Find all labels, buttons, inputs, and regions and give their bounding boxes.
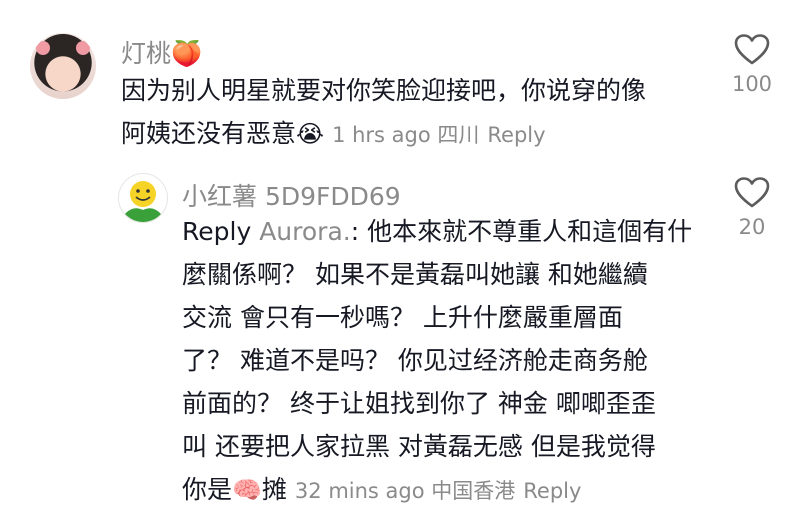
comment-username[interactable]: 灯桃🍑 [121, 34, 202, 70]
like-control[interactable]: 20 [722, 177, 782, 239]
avatar[interactable] [30, 33, 96, 99]
like-control[interactable]: 100 [722, 34, 782, 96]
crying-face-icon: 😭 [296, 120, 325, 148]
comment-body: Reply Aurora.: 他本來就不尊重人和這個有什 麼關係啊？ 如果不是黃… [182, 210, 692, 511]
avatar[interactable] [118, 173, 168, 223]
like-count: 20 [738, 215, 766, 239]
comment-time: 1 hrs ago [332, 123, 431, 147]
comment-line-text: : 他本來就不尊重人和這個有什 [350, 217, 693, 246]
comment-body: 因为别人明星就要对你笑脸迎接吧，你说穿的像 阿姨还没有恶意😭 1 hrs ago … [121, 69, 646, 155]
comment-line: 阿姨还没有恶意😭 1 hrs ago 四川 Reply [121, 112, 646, 155]
hair-accessory-icon [76, 41, 90, 55]
heart-icon[interactable] [734, 34, 770, 66]
comment-meta: 32 mins ago 中国香港 Reply [295, 479, 582, 503]
comment-meta: 1 hrs ago 四川 Reply [332, 123, 546, 147]
comment-line: 交流 會只有一秒嗎？ 上升什麼嚴重層面 [182, 303, 623, 332]
mention-link[interactable]: Aurora. [259, 217, 351, 246]
comment-line: 前面的？ 终于让姐找到你了 神金 唧唧歪歪 [182, 389, 656, 418]
comment-line: 叫 还要把人家拉黑 对黃磊无感 但是我觉得 [182, 432, 656, 461]
comment-line-text: 阿姨还没有恶意 [121, 119, 297, 148]
smiley-avatar-icon [125, 181, 161, 222]
comment-username[interactable]: 小红薯 5D9FDD69 [182, 177, 401, 213]
comment-line-text: 摊 [261, 475, 287, 504]
comment-line: Reply Aurora.: 他本來就不尊重人和這個有什 [182, 210, 692, 253]
heart-icon[interactable] [734, 177, 770, 209]
like-count: 100 [731, 72, 773, 96]
comment-location: 四川 [437, 123, 480, 147]
reply-button[interactable]: Reply [523, 479, 581, 503]
comment-line: 因为别人明星就要对你笑脸迎接吧，你说穿的像 [121, 76, 647, 105]
comment-time: 32 mins ago [294, 479, 425, 503]
hair-accessory-icon [36, 41, 50, 55]
comment-location: 中国香港 [431, 479, 516, 503]
reply-prefix: Reply [182, 217, 252, 246]
comment-line: 你是🧠摊 32 mins ago 中国香港 Reply [182, 468, 692, 511]
reply-button[interactable]: Reply [487, 123, 545, 147]
comment-line: 麼關係啊？ 如果不是黃磊叫她讓 和她繼續 [182, 260, 648, 289]
peach-icon: 🍑 [171, 39, 203, 68]
comment-line-text: 你是 [182, 475, 233, 504]
comment-line: 了？ 难道不是吗？ 你见过经济舱走商务舱 [182, 346, 648, 375]
username-text: 灯桃 [121, 39, 172, 68]
